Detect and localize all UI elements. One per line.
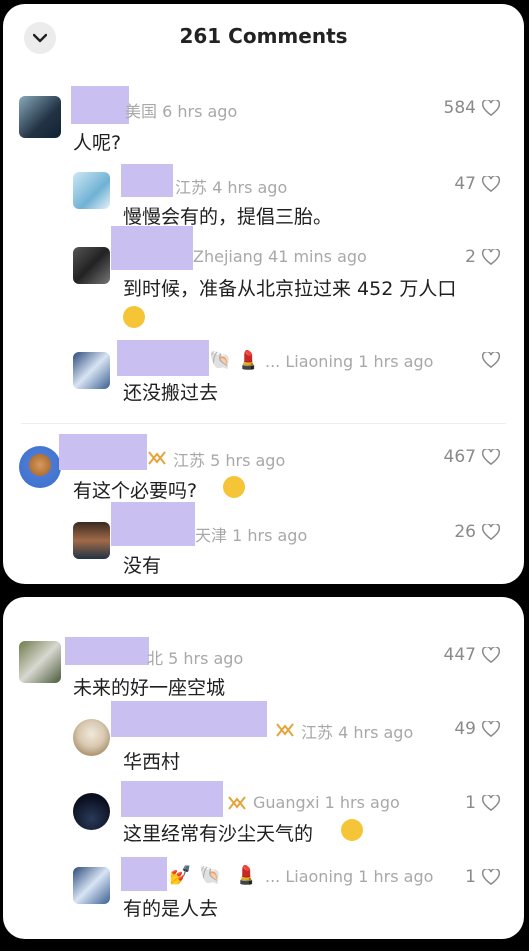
heart-icon	[482, 721, 500, 737]
heart-icon	[482, 449, 500, 465]
like-button[interactable]: 467	[444, 447, 500, 467]
like-count: 1	[465, 793, 476, 813]
username-redacted[interactable]	[121, 781, 223, 817]
lipstick-badge-icon: 💄	[237, 350, 260, 371]
like-button[interactable]: 1	[465, 793, 500, 813]
comment-meta: 江苏 4 hrs ago	[175, 178, 288, 197]
like-button[interactable]: 49	[454, 719, 500, 739]
comment-text: 未来的好一座空城	[73, 677, 226, 699]
grinning-emoji-icon	[341, 819, 363, 841]
username-redacted[interactable]	[111, 226, 193, 270]
like-button[interactable]: 2	[465, 247, 500, 267]
comment-meta: 江苏 5 hrs ago	[173, 451, 286, 470]
comments-panel-continued: 北 5 hrs ago 447 未来的好一座空城 江苏 4 hrs ago 49…	[3, 597, 524, 939]
heart-icon	[482, 100, 500, 116]
heart-icon	[482, 524, 500, 540]
like-count: 1	[465, 867, 476, 887]
username-redacted[interactable]	[59, 434, 147, 470]
username-redacted[interactable]	[121, 164, 173, 197]
username-redacted[interactable]	[111, 502, 195, 546]
comment-meta: 天津 1 hrs ago	[195, 526, 308, 545]
heart-icon	[482, 647, 500, 663]
comment-text: 有的是人去	[123, 898, 219, 920]
badge-icon	[276, 723, 294, 737]
conch-badge-icon: 🐚	[209, 350, 232, 371]
like-button[interactable]: 26	[454, 522, 500, 542]
heart-icon	[482, 869, 500, 885]
like-count: 49	[454, 719, 476, 739]
badge-icon	[148, 451, 166, 465]
comment-meta: ... Liaoning 1 hrs ago	[265, 867, 434, 886]
comment-text: 慢慢会有的，提倡三胎。	[123, 206, 333, 228]
comments-panel: 261 Comments 美国 6 hrs ago 584 人呢? 江苏 4 h…	[3, 4, 524, 584]
avatar[interactable]	[19, 641, 61, 683]
lipstick-badge-icon: 💄	[235, 865, 258, 886]
username-redacted[interactable]	[65, 637, 149, 665]
like-button[interactable]: 1	[465, 867, 500, 887]
like-count: 447	[443, 645, 476, 665]
avatar[interactable]	[73, 352, 110, 389]
comment-meta: ... Liaoning 1 hrs ago	[265, 352, 434, 371]
avatar[interactable]	[73, 522, 110, 559]
avatar[interactable]	[73, 793, 110, 830]
avatar[interactable]	[73, 172, 110, 209]
divider	[21, 423, 506, 424]
comment-meta: 北 5 hrs ago	[147, 649, 244, 668]
nail-polish-badge-icon: 💅	[169, 865, 192, 886]
comment-meta: 美国 6 hrs ago	[125, 102, 238, 121]
comment-text: 没有	[123, 555, 162, 577]
avatar[interactable]	[19, 446, 61, 488]
comment-text: 人呢?	[73, 132, 122, 154]
page-title: 261 Comments	[179, 24, 348, 48]
username-redacted[interactable]	[121, 857, 167, 891]
conch-badge-icon: 🐚	[199, 865, 222, 886]
comment-text: 这里经常有沙尘天气的	[123, 823, 314, 845]
comment-text: 到时候，准备从北京拉过来 452 万人口	[123, 278, 457, 300]
avatar[interactable]	[73, 867, 110, 904]
username-redacted[interactable]	[71, 86, 129, 124]
like-button[interactable]: 584	[444, 98, 500, 118]
like-button[interactable]: 447	[444, 645, 500, 665]
comment-meta: 江苏 4 hrs ago	[301, 723, 414, 742]
like-button[interactable]	[476, 352, 500, 368]
comments-header: 261 Comments	[3, 4, 524, 66]
comment-meta: Guangxi 1 hrs ago	[253, 793, 400, 812]
like-count: 47	[454, 174, 476, 194]
like-count: 26	[454, 522, 476, 542]
username-redacted[interactable]	[111, 701, 267, 737]
badge-icon	[228, 796, 246, 810]
username-redacted[interactable]	[117, 340, 209, 376]
comment-text: 华西村	[123, 751, 181, 773]
heart-icon	[482, 795, 500, 811]
like-count: 584	[443, 98, 476, 118]
comment-text: 还没搬过去	[123, 382, 219, 404]
heart-icon	[482, 352, 500, 368]
comment-meta: Zhejiang 41 mins ago	[193, 247, 367, 266]
avatar[interactable]	[73, 719, 110, 756]
avatar[interactable]	[19, 96, 61, 138]
like-button[interactable]: 47	[454, 174, 500, 194]
avatar[interactable]	[73, 247, 110, 284]
grinning-emoji-icon	[223, 476, 245, 498]
flushed-emoji-icon	[123, 306, 145, 328]
like-count: 467	[443, 447, 476, 467]
heart-icon	[482, 176, 500, 192]
comment-text: 有这个必要吗?	[73, 480, 198, 502]
heart-icon	[482, 249, 500, 265]
like-count: 2	[465, 247, 476, 267]
